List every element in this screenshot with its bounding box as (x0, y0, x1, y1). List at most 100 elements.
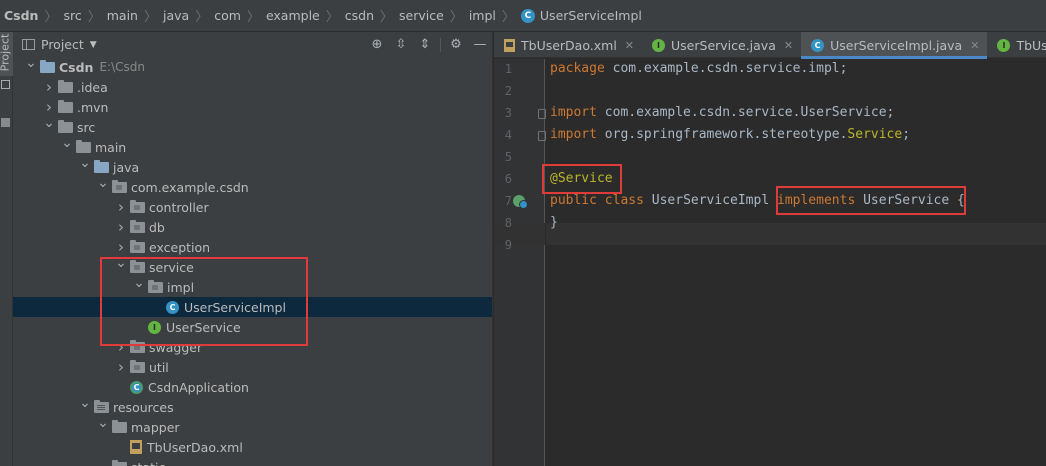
fold-marker-icon[interactable] (538, 131, 546, 141)
package-icon (130, 359, 145, 373)
project-toolbar: ⊕ ⇳ ⇕ ⚙ — (365, 32, 492, 57)
chevron-down-icon[interactable]: ⌄ (22, 55, 40, 71)
tab-userserviceimpl-java[interactable]: C UserServiceImpl.java ✕ (801, 32, 988, 59)
tree-item-label: static (131, 460, 165, 466)
tree-item-label: exception (149, 239, 211, 255)
chevron-down-icon[interactable]: ▼ (90, 40, 97, 50)
breadcrumb-item[interactable]: java (163, 0, 189, 32)
class-icon: C (520, 8, 535, 23)
tab-tbuserdao-j[interactable]: I TbUserDao.j (987, 32, 1046, 58)
breadcrumb-label: impl (468, 8, 496, 23)
code-line: @Service (550, 168, 613, 190)
tree-item-label: db (149, 219, 165, 235)
toolbar-divider (440, 37, 441, 52)
breadcrumb-label: csdn (344, 8, 375, 23)
expand-all-icon[interactable]: ⇳ (389, 37, 413, 52)
tree-item-controller[interactable]: › controller (13, 197, 492, 217)
tab-label: UserServiceImpl.java (830, 37, 963, 53)
tree-item-csdn[interactable]: ⌄ Csdn E:\Csdn (13, 55, 492, 77)
breadcrumb-item[interactable]: main (107, 0, 138, 32)
tree-item-java[interactable]: ⌄ java (13, 155, 492, 177)
tree-item-com-example-csdn[interactable]: ⌄ com.example.csdn (13, 175, 492, 197)
breadcrumb-item[interactable]: csdn (345, 0, 374, 32)
tree-item-mvn[interactable]: › .mvn (13, 97, 492, 117)
chevron-right-icon[interactable]: › (112, 218, 130, 236)
code-token: { (949, 193, 965, 208)
gear-icon[interactable]: ⚙ (444, 37, 468, 52)
chevron-right-icon[interactable]: › (40, 78, 58, 96)
tree-item-util[interactable]: › util (13, 357, 492, 377)
breadcrumb-item[interactable]: impl (469, 0, 496, 32)
tree-item-db[interactable]: › db (13, 217, 492, 237)
tree-item-main[interactable]: ⌄ main (13, 135, 492, 157)
chevron-down-icon[interactable]: ⌄ (94, 415, 112, 431)
fold-marker-icon[interactable] (538, 109, 546, 119)
tab-userservice-java[interactable]: I UserService.java ✕ (642, 32, 801, 58)
tree-item-tbuserdao-xml[interactable]: TbUserDao.xml (13, 437, 492, 457)
tree-item-label: resources (113, 399, 174, 415)
line-number: 3 (504, 106, 512, 120)
code-line: import org.springframework.stereotype.Se… (550, 124, 910, 146)
breadcrumb-item[interactable]: Csdn (4, 0, 38, 32)
breadcrumb: Csdn 〉 src 〉 main 〉 java 〉 com 〉 example 〉 csdn 〉 serv… (0, 0, 1046, 32)
code-token: implements (777, 193, 856, 208)
code-token: @Service (550, 171, 613, 186)
breadcrumb-label: src (63, 8, 82, 23)
tree-item-idea[interactable]: › .idea (13, 77, 492, 97)
chevron-down-icon[interactable]: ⌄ (94, 175, 112, 191)
chevron-down-icon[interactable]: ⌄ (58, 135, 76, 151)
chevron-right-icon[interactable]: › (112, 238, 130, 256)
code-line: import com.example.csdn.service.UserServ… (550, 102, 894, 124)
line-number: 9 (504, 238, 512, 252)
close-icon[interactable]: ✕ (784, 39, 793, 52)
locate-icon[interactable]: ⊕ (365, 37, 389, 52)
breadcrumb-item[interactable]: C UserServiceImpl (520, 0, 642, 32)
breadcrumb-item[interactable]: com (214, 0, 241, 32)
code-token: import (550, 105, 597, 120)
collapse-all-icon[interactable]: ⇕ (413, 37, 437, 52)
chevron-down-icon[interactable]: ⌄ (76, 395, 94, 411)
project-panel: Project ▼ ⊕ ⇳ ⇕ ⚙ — ⌄ Csdn E:\Csdn › .idea ›.… (13, 32, 493, 466)
package-icon (130, 219, 145, 233)
code-token: org.springframework.stereotype. (596, 127, 848, 142)
hide-icon[interactable]: — (468, 37, 492, 52)
editor-tabs: TbUserDao.xml ✕ I UserService.java ✕ C UserSer… (494, 32, 1046, 59)
chevron-right-icon[interactable]: › (40, 98, 58, 116)
code-editor[interactable]: package com.example.csdn.service.impl; im… (542, 58, 1046, 466)
close-icon[interactable]: ✕ (970, 39, 979, 52)
resources-folder-icon (94, 399, 109, 413)
bookmark-icon[interactable] (1, 118, 10, 127)
tree-item-mapper[interactable]: ⌄ mapper (13, 415, 492, 437)
breadcrumb-label: com (214, 8, 241, 23)
chevron-right-icon[interactable]: › (112, 198, 130, 216)
tree-item-csdnapplication[interactable]: C CsdnApplication (13, 377, 492, 397)
tree-item-src[interactable]: ⌄ src (13, 115, 492, 137)
class-icon: C (811, 38, 825, 52)
project-side-tab[interactable]: Project (0, 32, 13, 76)
breadcrumb-item[interactable]: service (399, 0, 444, 32)
code-token: } (550, 215, 558, 230)
chevron-down-icon[interactable]: ⌄ (76, 155, 94, 171)
source-folder-icon (94, 159, 109, 173)
breadcrumb-separator: 〉 (501, 10, 515, 25)
interface-icon: I (997, 38, 1011, 52)
folder-icon (58, 99, 73, 113)
breadcrumb-item[interactable]: src (63, 0, 81, 32)
tree-item-label: .idea (77, 79, 108, 95)
spring-bean-gutter-icon[interactable] (513, 195, 528, 209)
code-line: package com.example.csdn.service.impl; (550, 58, 847, 80)
xml-file-icon (504, 38, 515, 52)
breadcrumb-label: service (399, 8, 444, 23)
structure-icon[interactable] (1, 80, 10, 89)
tree-item-exception[interactable]: › exception (13, 237, 492, 257)
close-icon[interactable]: ✕ (625, 39, 634, 52)
breadcrumb-item[interactable]: example (266, 0, 320, 32)
tab-tbuserdao-xml[interactable]: TbUserDao.xml ✕ (494, 32, 642, 58)
tree-item-static[interactable]: static (13, 457, 492, 466)
breadcrumb-separator: 〉 (449, 10, 463, 25)
spring-app-icon: C (130, 380, 143, 394)
chevron-right-icon[interactable]: › (112, 358, 130, 376)
chevron-down-icon[interactable]: ⌄ (40, 115, 58, 131)
tree-item-resources[interactable]: ⌄ resources (13, 395, 492, 417)
